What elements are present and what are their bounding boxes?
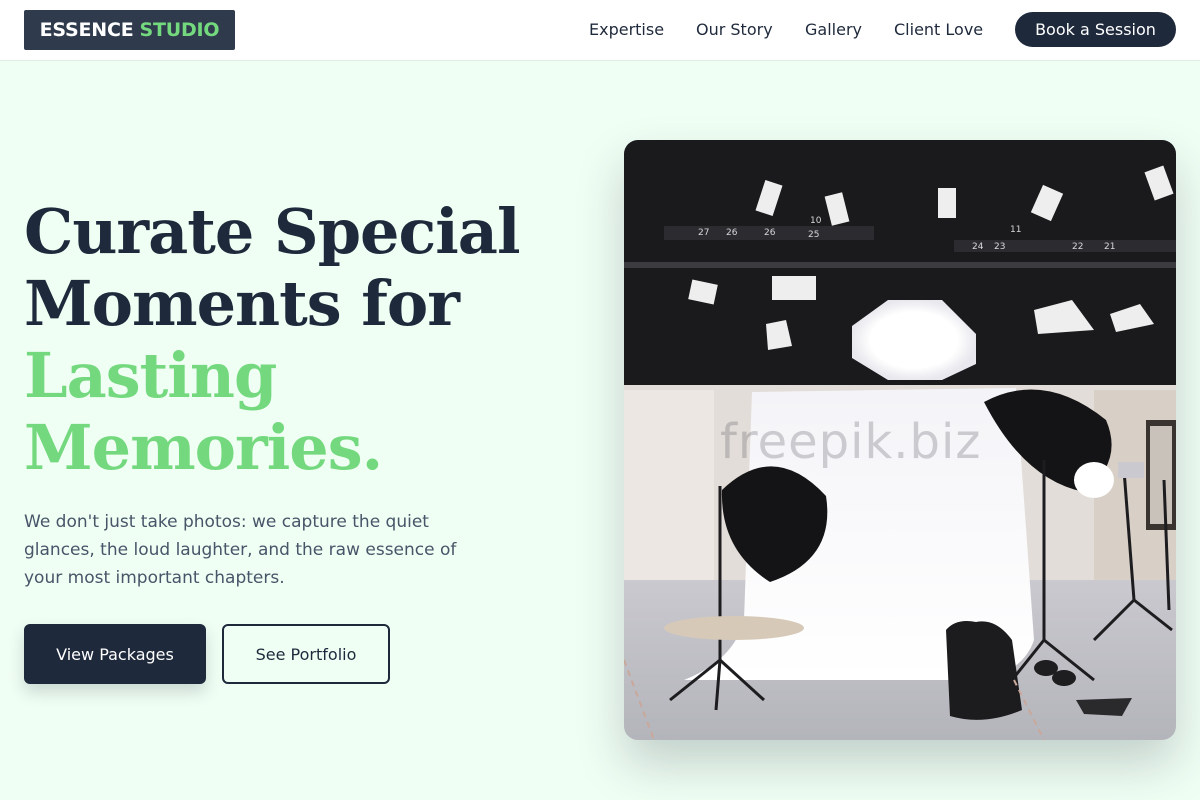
nav-item-our-story[interactable]: Our Story [696,18,773,42]
rig-label: 22 [1072,242,1083,252]
rig-label: 23 [994,242,1005,252]
rig-label: 11 [1010,225,1021,235]
site-header: ESSENCE STUDIO Expertise Our Story Galle… [0,0,1200,61]
rig-label: 26 [764,228,776,238]
rig-label: 21 [1104,242,1115,252]
rig-label: 25 [808,230,819,240]
rig-label: 27 [698,228,709,238]
image-watermark: freepik.biz [720,414,982,470]
book-session-button[interactable]: Book a Session [1015,12,1176,47]
view-packages-button[interactable]: View Packages [24,624,206,684]
rig-label: 10 [810,216,822,226]
rig-label: 24 [972,242,984,252]
see-portfolio-button[interactable]: See Portfolio [222,624,390,684]
headline-line: Moments for [24,267,460,340]
hero-description: We don't just take photos: we capture th… [24,512,457,588]
nav-item-gallery[interactable]: Gallery [805,18,862,42]
headline-accent-line: Lasting [24,339,277,412]
rig-label: 26 [726,228,738,238]
hero-headline: Curate Special Moments for Lasting Memor… [24,196,544,484]
headline-accent-line: Memories. [24,411,383,484]
headline-line: Curate Special [24,195,521,268]
nav-item-client-love[interactable]: Client Love [894,18,983,42]
nav-item-expertise[interactable]: Expertise [589,18,664,42]
hero-studio-image: 27 26 26 25 10 11 24 23 22 21 freepik.bi… [624,140,1176,740]
